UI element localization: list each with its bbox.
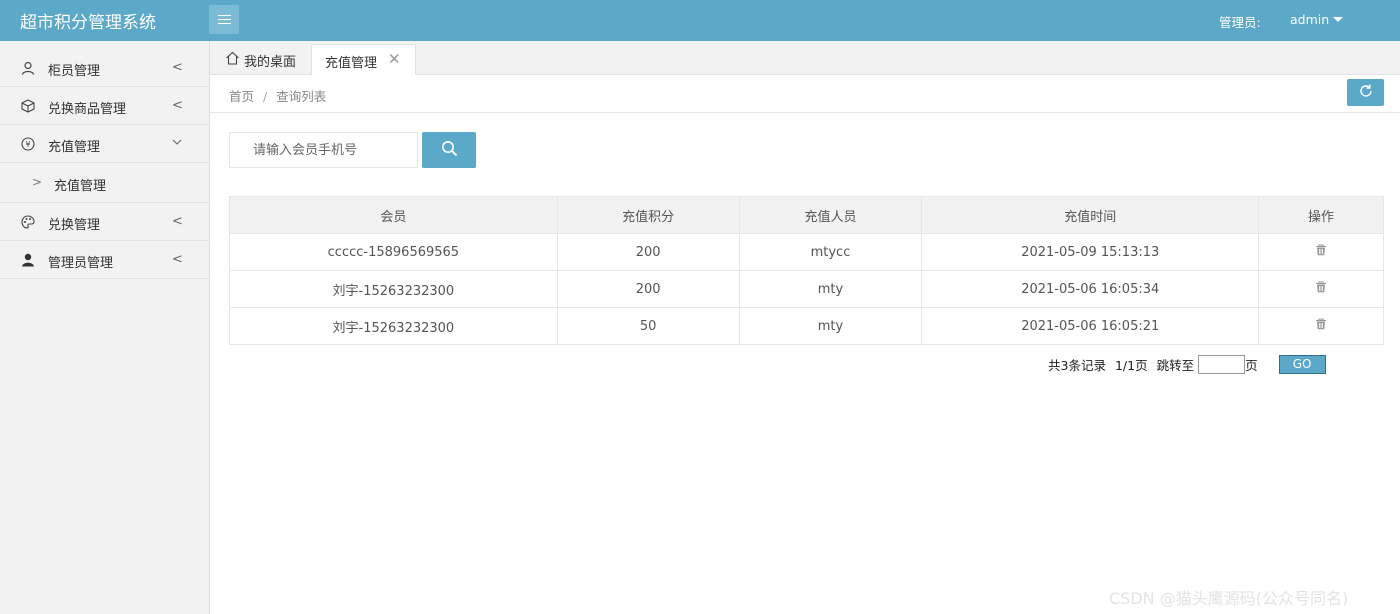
hamburger-icon — [217, 15, 231, 24]
column-header-member: 会员 — [229, 196, 558, 234]
cube-icon — [20, 98, 36, 114]
palette-icon — [20, 214, 36, 230]
tab-bar: 我的桌面 充值管理 ✕ — [210, 41, 1400, 76]
refresh-icon — [1359, 84, 1373, 102]
sidebar-item-goods[interactable]: 兑换商品管理 < — [0, 87, 209, 125]
yen-icon: ¥ — [20, 136, 36, 152]
column-header-operator: 充值人员 — [738, 196, 923, 234]
sidebar-item-exchange[interactable]: 兑换管理 < — [0, 203, 209, 241]
breadcrumb-home[interactable]: 首页 — [229, 89, 254, 104]
member-phone-search-input[interactable] — [229, 132, 418, 168]
chevron-down-icon — [172, 136, 182, 151]
trash-icon[interactable] — [1315, 244, 1327, 260]
admin-label: 管理员: — [1219, 15, 1261, 30]
search-button[interactable] — [422, 132, 476, 168]
sidebar-item-label: 兑换管理 — [48, 218, 101, 233]
sidebar-item-label: 管理员管理 — [48, 256, 114, 271]
chevron-left-icon: < — [172, 214, 183, 229]
tab-label: 我的桌面 — [244, 55, 297, 70]
table-header-row: 会员 充值积分 充值人员 充值时间 操作 — [229, 196, 1384, 234]
page-count: 1/1页 — [1114, 357, 1148, 373]
sidebar-item-label: 充值管理 — [48, 140, 101, 155]
chevron-right-icon: > — [32, 175, 43, 189]
breadcrumb-separator: / — [263, 89, 268, 104]
sidebar-item-label: 兑换商品管理 — [48, 102, 127, 117]
chevron-left-icon: < — [172, 60, 183, 75]
tab-label: 充值管理 — [325, 56, 378, 71]
cell-member: ccccc-15896569565 — [229, 233, 558, 271]
go-button[interactable]: GO — [1278, 354, 1326, 374]
cell-operator: mtycc — [738, 233, 923, 271]
column-header-points: 充值积分 — [556, 196, 740, 234]
pagination: 共3条记录 1/1页 跳转至 页 GO — [1048, 354, 1326, 374]
chevron-left-icon: < — [172, 98, 183, 113]
page-jump-input[interactable] — [1198, 354, 1246, 374]
tab-my-desktop[interactable]: 我的桌面 — [218, 44, 311, 76]
tab-recharge[interactable]: 充值管理 ✕ — [311, 44, 416, 76]
sidebar-item-admin[interactable]: 管理员管理 < — [0, 241, 209, 279]
breadcrumb: 首页 / 查询列表 — [229, 86, 326, 105]
table-row: 刘宇-15263232300 50 mty 2021-05-06 16:05:2… — [229, 307, 1384, 345]
watermark: CSDN @猫头鹰源码(公众号同名) — [1109, 589, 1349, 608]
cell-member: 刘宇-15263232300 — [229, 307, 558, 345]
cell-points: 200 — [556, 233, 740, 271]
sidebar: 柜员管理 < 兑换商品管理 < ¥ 充值管理 > 充值管理 兑换管理 < 管理员… — [0, 41, 210, 614]
column-header-time: 充值时间 — [921, 196, 1260, 234]
sidebar-item-recharge[interactable]: ¥ 充值管理 — [0, 125, 209, 163]
chevron-left-icon: < — [172, 252, 183, 267]
table-row: ccccc-15896569565 200 mtycc 2021-05-09 1… — [229, 233, 1384, 271]
breadcrumb-current: 查询列表 — [276, 89, 327, 104]
cell-points: 200 — [556, 270, 740, 308]
sidebar-subitem-label: 充值管理 — [54, 179, 107, 194]
home-icon — [225, 51, 240, 69]
top-header: 超市积分管理系统 管理员: admin — [0, 0, 1400, 41]
cell-time: 2021-05-09 15:13:13 — [921, 233, 1260, 271]
jump-label: 跳转至 — [1156, 357, 1195, 373]
trash-icon[interactable] — [1315, 318, 1327, 334]
menu-toggle-button[interactable] — [209, 5, 239, 34]
page-unit-label: 页 — [1245, 357, 1258, 373]
user-icon — [20, 60, 36, 76]
column-header-actions: 操作 — [1258, 196, 1384, 234]
total-records: 共3条记录 — [1048, 357, 1106, 373]
admin-username: admin — [1290, 12, 1330, 27]
sidebar-item-teller[interactable]: 柜员管理 < — [0, 49, 209, 87]
cell-operator: mty — [738, 307, 923, 345]
close-icon[interactable]: ✕ — [388, 50, 401, 68]
caret-down-icon — [1333, 17, 1344, 22]
trash-icon[interactable] — [1315, 281, 1327, 297]
app-title: 超市积分管理系统 — [20, 13, 156, 33]
breadcrumb-bar: 首页 / 查询列表 — [210, 75, 1400, 113]
refresh-button[interactable] — [1347, 79, 1384, 106]
cell-member: 刘宇-15263232300 — [229, 270, 558, 308]
sidebar-item-label: 柜员管理 — [48, 64, 101, 79]
search-icon — [441, 140, 458, 161]
cell-points: 50 — [556, 307, 740, 345]
cell-actions — [1258, 307, 1384, 345]
sidebar-subitem-recharge[interactable]: > 充值管理 — [0, 163, 209, 203]
cell-operator: mty — [738, 270, 923, 308]
cell-actions — [1258, 270, 1384, 308]
table-row: 刘宇-15263232300 200 mty 2021-05-06 16:05:… — [229, 270, 1384, 308]
svg-text:¥: ¥ — [25, 140, 30, 149]
admin-user-menu[interactable]: admin — [1290, 12, 1344, 27]
cell-time: 2021-05-06 16:05:34 — [921, 270, 1260, 308]
cell-time: 2021-05-06 16:05:21 — [921, 307, 1260, 345]
person-icon — [20, 252, 36, 268]
recharge-table: 会员 充值积分 充值人员 充值时间 操作 ccccc-15896569565 2… — [229, 196, 1384, 345]
cell-actions — [1258, 233, 1384, 271]
